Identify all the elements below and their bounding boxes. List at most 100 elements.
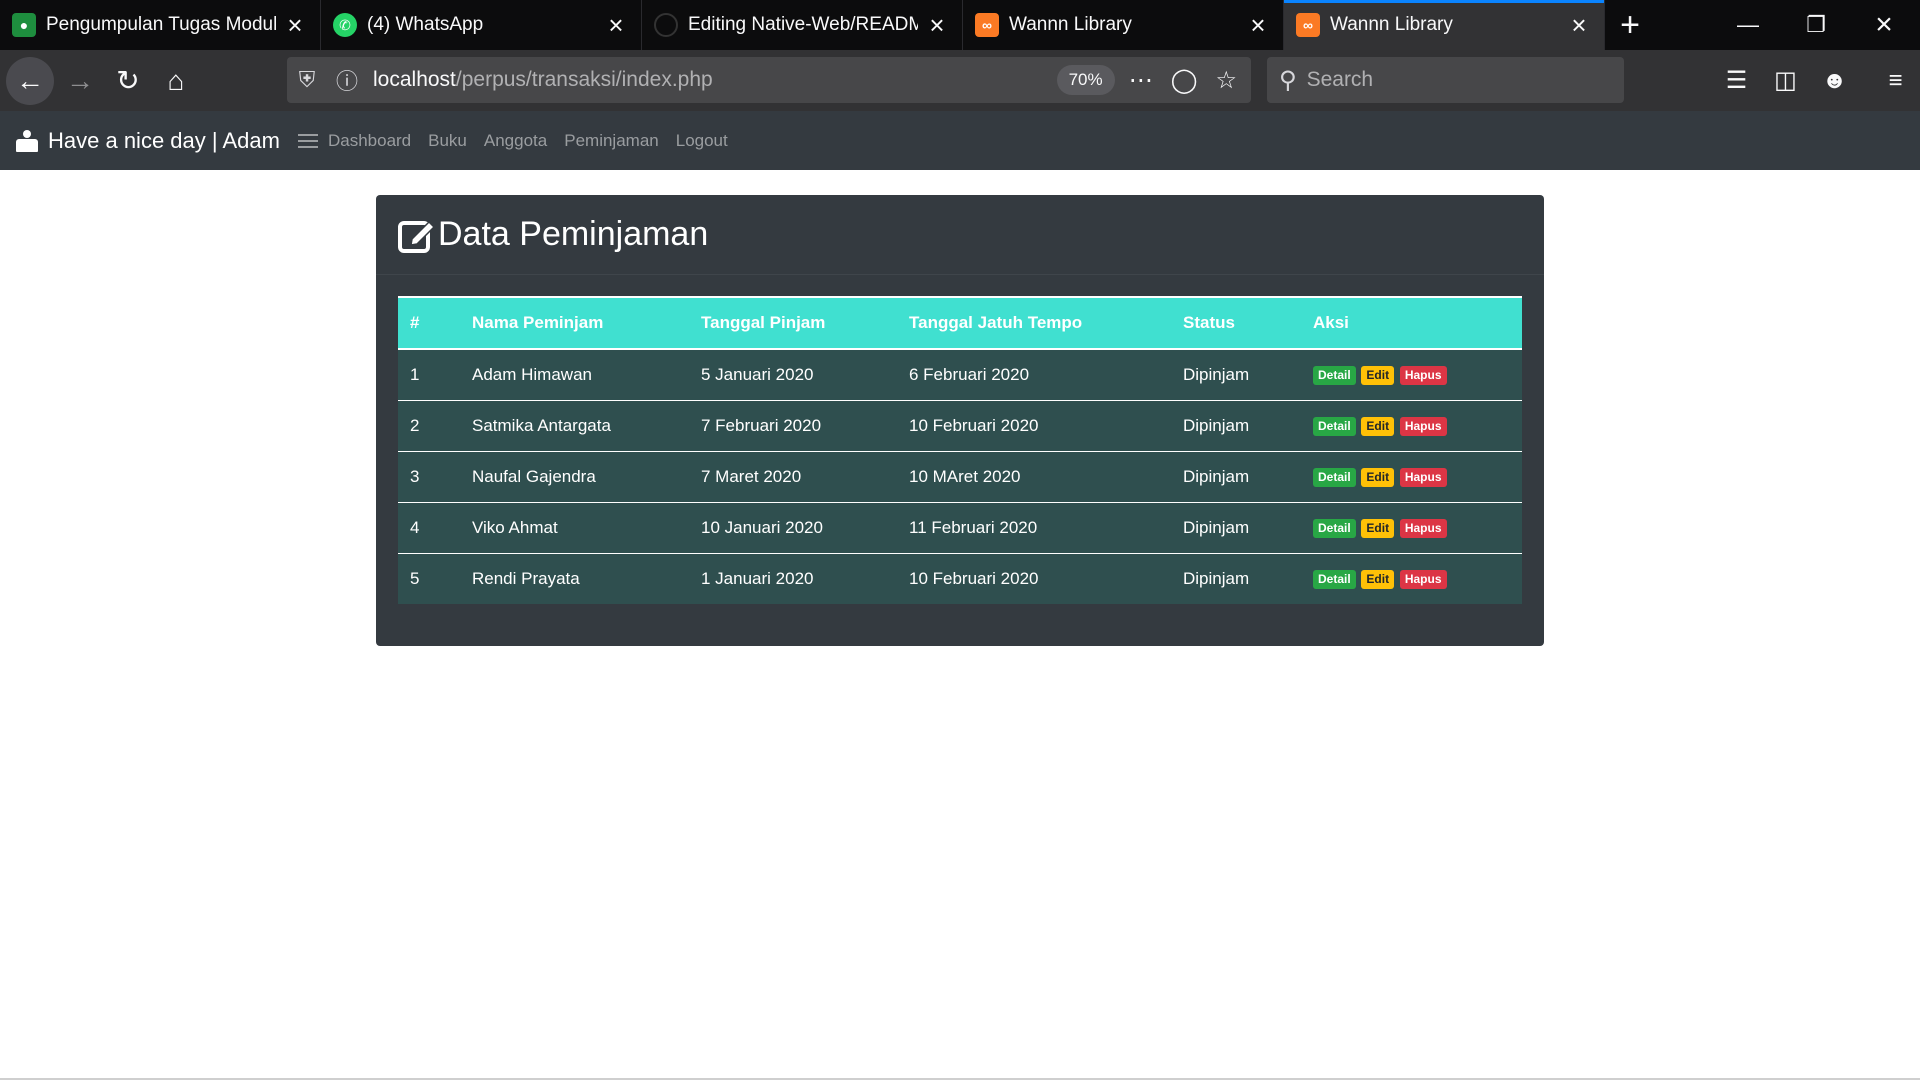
cell-tempo: 10 Februari 2020 [897,399,1171,451]
library-icon[interactable]: ☰ [1712,66,1761,95]
close-icon[interactable]: × [1247,12,1269,38]
peminjaman-table: # Nama Peminjam Tanggal Pinjam Tanggal J… [398,296,1522,604]
column-header: Aksi [1301,296,1522,349]
cell-aksi: Detail Edit Hapus [1301,348,1522,400]
browser-tab[interactable]: ● Pengumpulan Tugas Modul U × [0,0,321,50]
browser-toolbar: ← → ↻ ⌂ ⛨ ⓘ localhost/perpus/transaksi/i… [0,50,1920,111]
back-arrow-icon[interactable]: ← [6,56,54,105]
edit-button[interactable]: Edit [1361,417,1395,436]
browser-tab[interactable]: ∞ Wannn Library × [963,0,1284,50]
cell-status: Dipinjam [1171,450,1301,502]
cell-pinjam: 7 Maret 2020 [689,450,897,502]
url-text[interactable]: localhost/perpus/transaksi/index.php [373,68,1057,92]
user-tie-icon [16,129,38,152]
info-icon[interactable]: ⓘ [327,64,367,96]
column-header: Tanggal Jatuh Tempo [897,296,1171,349]
cell-no: 2 [398,399,460,451]
hapus-button[interactable]: Hapus [1399,468,1447,487]
detail-button[interactable]: Detail [1313,366,1356,386]
nav-anggota[interactable]: Anggota [484,131,547,151]
close-icon[interactable]: × [284,12,306,38]
close-icon[interactable]: × [1568,12,1590,38]
nav-peminjaman[interactable]: Peminjaman [564,131,659,151]
detail-button[interactable]: Detail [1313,519,1356,538]
cell-nama: Viko Ahmat [460,501,689,553]
nav-buku[interactable]: Buku [428,131,467,151]
hamburger-icon[interactable] [297,133,318,148]
cell-tempo: 10 MAret 2020 [897,450,1171,502]
page-title: Data Peminjaman [398,215,708,254]
column-header: Tanggal Pinjam [689,296,897,349]
more-actions-icon[interactable]: ⋯ [1129,66,1153,95]
cell-tempo: 10 Februari 2020 [897,552,1171,604]
detail-button[interactable]: Detail [1313,468,1356,487]
hapus-button[interactable]: Hapus [1399,417,1447,436]
close-icon[interactable]: × [926,12,948,38]
app-navbar: Have a nice day | Adam Dashboard Buku An… [0,111,1920,170]
column-header: # [398,296,460,349]
browser-tab-bar: ● Pengumpulan Tugas Modul U × ✆ (4) What… [0,0,1920,50]
browser-tab[interactable]: ✆ (4) WhatsApp × [321,0,642,50]
account-icon[interactable]: ☻ [1810,67,1859,95]
detail-button[interactable]: Detail [1313,570,1356,590]
cell-nama: Rendi Prayata [460,552,689,604]
tab-title: Wannn Library [1009,14,1132,35]
brand[interactable]: Have a nice day | Adam [16,128,280,154]
github-icon [654,13,678,37]
pocket-icon[interactable]: ◯ [1171,66,1198,95]
xampp-icon: ∞ [975,13,999,37]
search-input[interactable]: ⚲ Search [1267,57,1624,103]
cell-pinjam: 7 Februari 2020 [689,399,897,451]
nav-logout[interactable]: Logout [676,131,728,151]
cell-tempo: 6 Februari 2020 [897,348,1171,400]
tab-title: Editing Native-Web/README [688,14,918,35]
hapus-button[interactable]: Hapus [1399,519,1447,538]
tab-title: Pengumpulan Tugas Modul U [46,14,276,35]
shield-icon[interactable]: ⛨ [287,67,327,93]
edit-button[interactable]: Edit [1361,570,1395,590]
cell-aksi: Detail Edit Hapus [1301,552,1522,604]
zoom-level-badge[interactable]: 70% [1056,65,1115,95]
google-classroom-icon: ● [12,13,36,37]
nav-dashboard[interactable]: Dashboard [328,131,411,151]
xampp-icon: ∞ [1296,13,1320,37]
edit-button[interactable]: Edit [1361,468,1395,487]
table-row: 4 Viko Ahmat 10 Januari 2020 11 Februari… [398,501,1522,553]
card-header: Data Peminjaman [376,195,1544,275]
table-header-row: # Nama Peminjam Tanggal Pinjam Tanggal J… [398,296,1522,349]
browser-tab-active[interactable]: ∞ Wannn Library × [1284,0,1605,50]
table-row: 3 Naufal Gajendra 7 Maret 2020 10 MAret … [398,450,1522,502]
cell-status: Dipinjam [1171,501,1301,553]
search-placeholder: Search [1306,68,1374,91]
window-close-icon[interactable]: × [1850,0,1918,50]
sidebar-icon[interactable]: ◫ [1761,66,1810,95]
cell-nama: Satmika Antargata [460,399,689,451]
peminjaman-card: Data Peminjaman # Nama Peminjam Tanggal … [376,195,1544,646]
new-tab-button[interactable]: + [1605,0,1655,50]
column-header: Status [1171,296,1301,349]
search-icon: ⚲ [1279,66,1297,94]
bookmark-star-icon[interactable]: ☆ [1215,66,1237,95]
detail-button[interactable]: Detail [1313,417,1356,436]
minimize-icon[interactable]: — [1714,0,1782,50]
reload-icon[interactable]: ↻ [106,59,150,103]
table-row: 1 Adam Himawan 5 Januari 2020 6 Februari… [398,348,1522,400]
hapus-button[interactable]: Hapus [1399,366,1447,386]
home-icon[interactable]: ⌂ [154,59,198,103]
table-row: 5 Rendi Prayata 1 Januari 2020 10 Februa… [398,552,1522,604]
cell-nama: Naufal Gajendra [460,450,689,502]
hapus-button[interactable]: Hapus [1399,570,1447,590]
edit-button[interactable]: Edit [1361,366,1395,386]
address-bar[interactable]: ⛨ ⓘ localhost/perpus/transaksi/index.php… [287,57,1251,103]
browser-tab[interactable]: Editing Native-Web/README × [642,0,963,50]
tab-title: Wannn Library [1330,14,1453,35]
cell-aksi: Detail Edit Hapus [1301,450,1522,502]
forward-arrow-icon[interactable]: → [58,59,102,103]
edit-button[interactable]: Edit [1361,519,1395,538]
close-icon[interactable]: × [605,12,627,38]
menu-icon[interactable]: ≡ [1871,67,1920,95]
cell-status: Dipinjam [1171,399,1301,451]
cell-no: 4 [398,501,460,553]
restore-icon[interactable]: ❐ [1782,0,1850,50]
cell-aksi: Detail Edit Hapus [1301,501,1522,553]
